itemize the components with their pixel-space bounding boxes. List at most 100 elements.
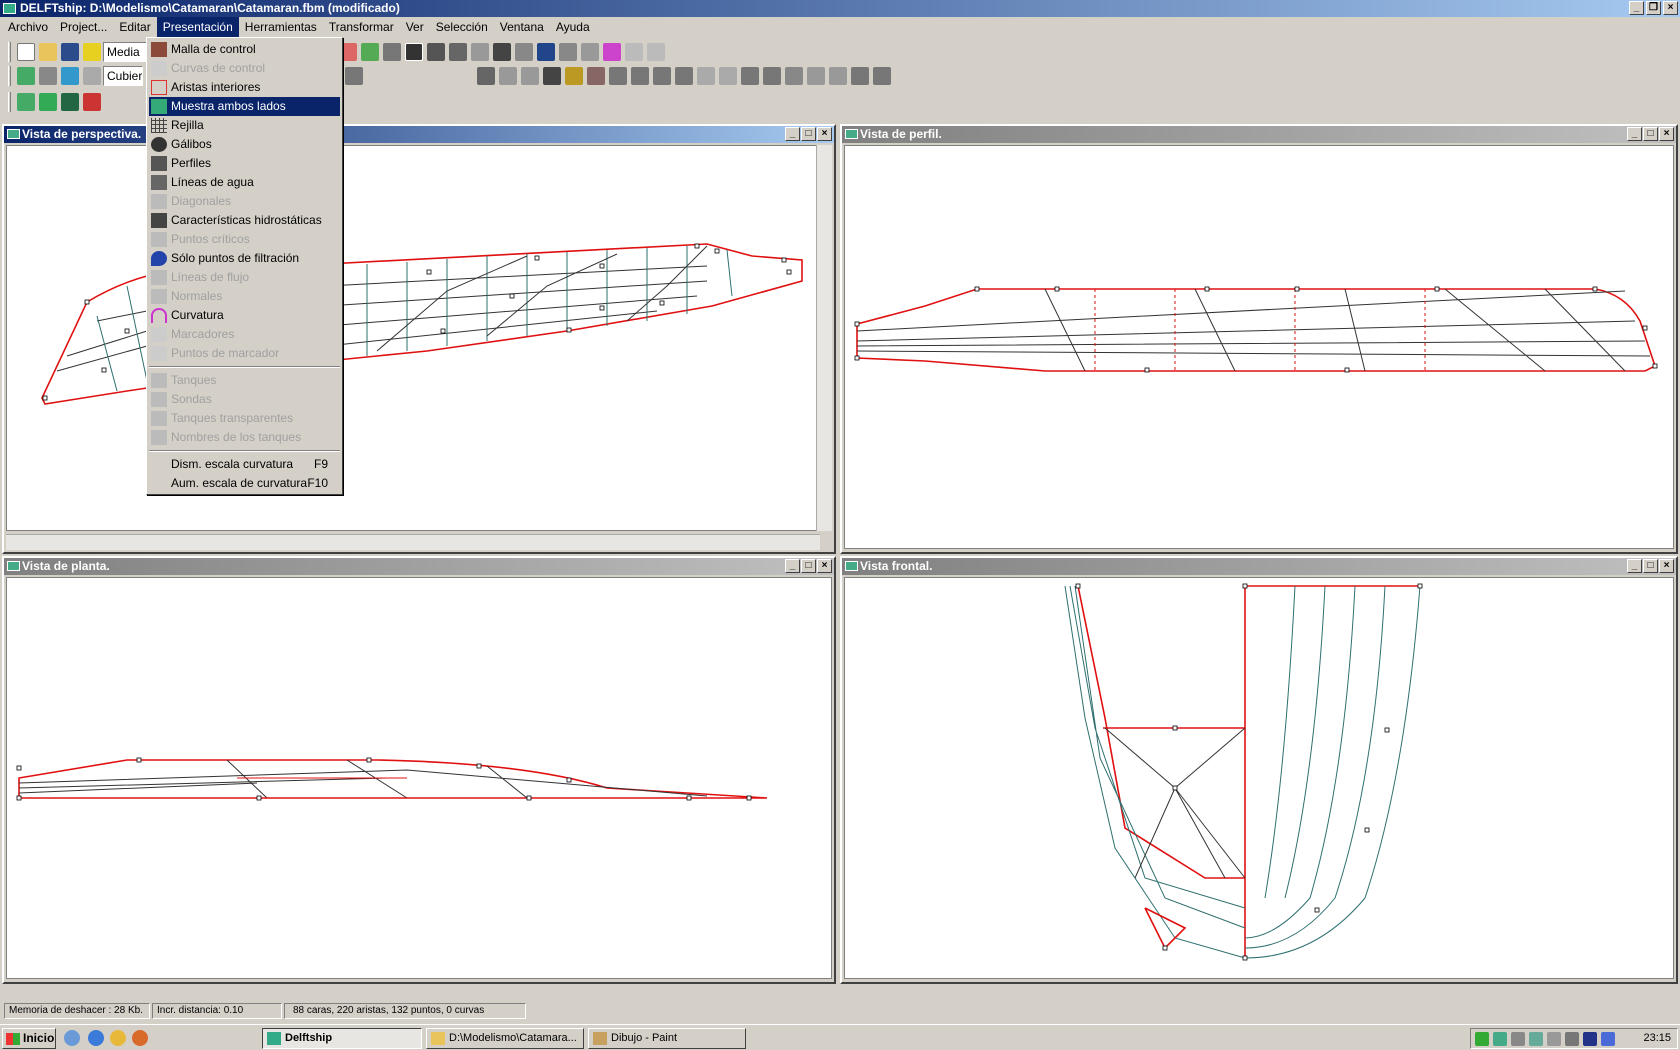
minimize-button[interactable]: _	[1627, 127, 1642, 141]
menu-item-normales[interactable]: Normales	[149, 287, 340, 306]
hull-4-icon[interactable]	[83, 93, 101, 111]
layer-properties-icon[interactable]	[61, 67, 79, 85]
start-button[interactable]: Inicio	[2, 1028, 56, 1049]
curvature-plot-icon[interactable]	[603, 43, 621, 61]
close-button[interactable]: ×	[1659, 127, 1674, 141]
tray-icon-6[interactable]	[1565, 1032, 1579, 1046]
diagonals-icon[interactable]	[471, 43, 489, 61]
tray-icon-8[interactable]	[1601, 1032, 1615, 1046]
tank-icon[interactable]	[515, 43, 533, 61]
curve-icon[interactable]	[807, 67, 825, 85]
menu-item-curvas-de-control[interactable]: Curvas de control	[149, 59, 340, 78]
horizontal-scrollbar[interactable]	[6, 534, 820, 550]
maximize-button[interactable]: □	[1643, 127, 1658, 141]
layer-combo[interactable]: Cubierta	[103, 66, 143, 86]
tray-icon-4[interactable]	[1529, 1032, 1543, 1046]
minimize-button[interactable]: _	[1627, 559, 1642, 573]
normals-icon[interactable]	[581, 43, 599, 61]
tray-icon-5[interactable]	[1547, 1032, 1561, 1046]
menu-item-caracteristicas-hidrostaticas[interactable]: Características hidrostáticas	[149, 211, 340, 230]
tray-icon-1[interactable]	[1475, 1032, 1489, 1046]
minimize-button[interactable]: _	[785, 127, 800, 141]
save-icon[interactable]	[61, 43, 79, 61]
menu-item-puntos-de-marcador[interactable]: Puntos de marcador	[149, 344, 340, 363]
menu-editar[interactable]: Editar	[113, 17, 156, 37]
menu-project[interactable]: Project...	[54, 17, 113, 37]
check-model-2-icon[interactable]	[873, 67, 891, 85]
menu-ventana[interactable]: Ventana	[494, 17, 550, 37]
layer-visibility-icon[interactable]	[39, 67, 57, 85]
waterlines-icon[interactable]	[449, 43, 467, 61]
minimize-button[interactable]: _	[785, 559, 800, 573]
hydrostatics-icon[interactable]	[493, 43, 511, 61]
leak-points-icon[interactable]	[537, 43, 555, 61]
task-explorer[interactable]: D:\Modelismo\Catamara...	[426, 1028, 584, 1049]
point-3-icon[interactable]	[653, 67, 671, 85]
menu-item-lineas-de-flujo[interactable]: Líneas de flujo	[149, 268, 340, 287]
menu-ver[interactable]: Ver	[400, 17, 430, 37]
menu-item-tanques[interactable]: Tanques	[149, 371, 340, 390]
menu-item-diagonales[interactable]: Diagonales	[149, 192, 340, 211]
maximize-button[interactable]: □	[1643, 559, 1658, 573]
task-delftship[interactable]: Delftship	[262, 1028, 422, 1049]
restore-button[interactable]: ❐	[1646, 1, 1661, 15]
tray-icon-3[interactable]	[1511, 1032, 1525, 1046]
task-paint[interactable]: Dibujo - Paint	[588, 1028, 746, 1049]
flowline-icon[interactable]	[559, 43, 577, 61]
maximize-button[interactable]: □	[801, 127, 816, 141]
menu-item-nombres-de-los-tanques[interactable]: Nombres de los tanques	[149, 428, 340, 447]
close-button[interactable]: ×	[817, 127, 832, 141]
face-icon[interactable]	[543, 67, 561, 85]
mirror-icon[interactable]	[587, 67, 605, 85]
quicklaunch-ie-icon[interactable]	[88, 1030, 104, 1046]
open-folder-icon[interactable]	[39, 43, 57, 61]
menu-item-puntos-criticos[interactable]: Puntos críticos	[149, 230, 340, 249]
vertical-scrollbar[interactable]	[816, 145, 832, 531]
menu-herramientas[interactable]: Herramientas	[239, 17, 323, 37]
quicklaunch-desktop-icon[interactable]	[64, 1030, 80, 1046]
menu-seleccion[interactable]: Selección	[430, 17, 494, 37]
layer-grid-icon[interactable]	[83, 67, 101, 85]
crease-icon[interactable]	[763, 67, 781, 85]
menu-archivo[interactable]: Archivo	[2, 17, 54, 37]
quicklaunch-messenger-icon[interactable]	[110, 1030, 126, 1046]
menu-ayuda[interactable]: Ayuda	[550, 17, 596, 37]
minimize-button[interactable]: _	[1629, 1, 1644, 15]
point-icon[interactable]	[609, 67, 627, 85]
menu-item-muestra-ambos-lados[interactable]: Muestra ambos lados	[149, 97, 340, 116]
menu-item-solo-puntos-de-filtracion[interactable]: Sólo puntos de filtración	[149, 249, 340, 268]
menu-item-tanques-transparentes[interactable]: Tanques transparentes	[149, 409, 340, 428]
buttocks-icon[interactable]	[427, 43, 445, 61]
menu-transformar[interactable]: Transformar	[323, 17, 400, 37]
hand-icon[interactable]	[477, 67, 495, 85]
close-button[interactable]: ×	[817, 559, 832, 573]
tray-icon-7[interactable]	[1583, 1032, 1597, 1046]
export-icon[interactable]	[83, 43, 101, 61]
close-button[interactable]: ×	[1663, 1, 1678, 15]
menu-item-galibos[interactable]: Gálibos	[149, 135, 340, 154]
menu-item-aristas-interiores[interactable]: Aristas interiores	[149, 78, 340, 97]
tray-icon-2[interactable]	[1493, 1032, 1507, 1046]
perspective-canvas[interactable]	[6, 145, 820, 531]
layer-icon[interactable]	[17, 67, 35, 85]
hull-3-icon[interactable]	[61, 93, 79, 111]
front-canvas[interactable]	[844, 577, 1674, 979]
hull-1-icon[interactable]	[17, 93, 35, 111]
menu-item-marcadores[interactable]: Marcadores	[149, 325, 340, 344]
grid-icon[interactable]	[383, 43, 401, 61]
curve-2-icon[interactable]	[829, 67, 847, 85]
precision-combo[interactable]: Media	[103, 42, 147, 62]
markers-icon[interactable]	[625, 43, 643, 61]
collapse-edge-icon[interactable]	[741, 67, 759, 85]
move-icon[interactable]	[499, 67, 517, 85]
point-2-icon[interactable]	[631, 67, 649, 85]
menu-item-sondas[interactable]: Sondas	[149, 390, 340, 409]
menu-item-rejilla[interactable]: Rejilla	[149, 116, 340, 135]
new-face-icon[interactable]	[565, 67, 583, 85]
menu-item-aum-escala-curvatura[interactable]: Aum. escala de curvatura F10	[149, 474, 340, 493]
close-button[interactable]: ×	[1659, 559, 1674, 573]
extrude-icon[interactable]	[521, 67, 539, 85]
quicklaunch-firefox-icon[interactable]	[132, 1030, 148, 1046]
stations-icon[interactable]	[361, 43, 379, 61]
marker-points-icon[interactable]	[647, 43, 665, 61]
